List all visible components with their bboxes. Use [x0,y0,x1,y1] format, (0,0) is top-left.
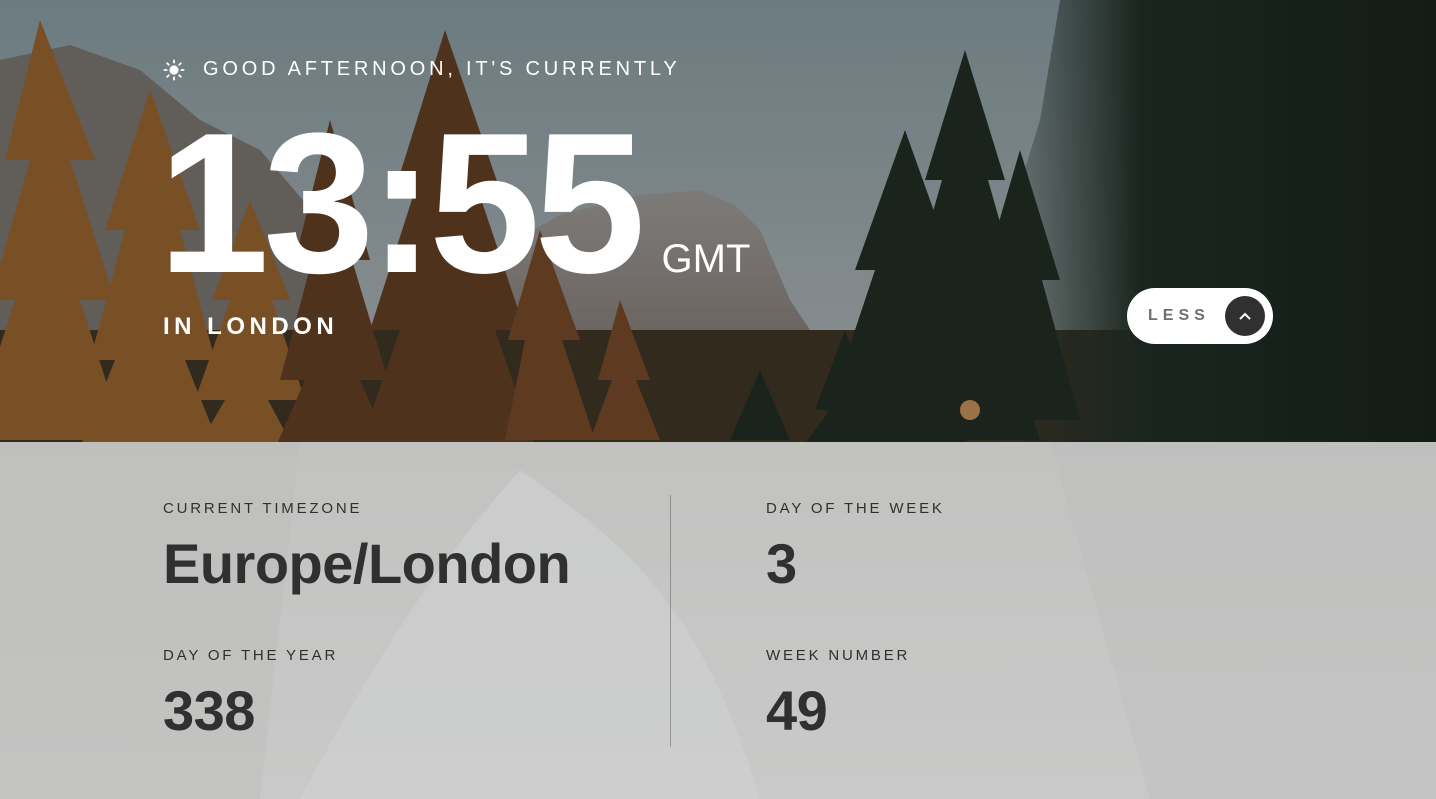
week-number-info: WEEK NUMBER 49 [766,647,910,743]
details-panel-background [0,442,1436,799]
greeting-text: GOOD AFTERNOON, IT'S CURRENTLY [203,58,681,80]
day-of-week-label: DAY OF THE WEEK [766,500,945,517]
less-button[interactable]: LESS [1127,288,1273,344]
clock-display: 13:55 GMT [158,104,750,304]
sun-icon [163,58,185,81]
less-button-label: LESS [1148,307,1210,324]
timezone-value: Europe/London [163,532,571,595]
divider [670,495,671,747]
chevron-up-icon [1225,296,1265,336]
day-of-year-info: DAY OF THE YEAR 338 [163,647,338,743]
week-number-label: WEEK NUMBER [766,647,911,664]
day-of-year-value: 338 [163,679,255,742]
greeting: GOOD AFTERNOON, IT'S CURRENTLY [163,58,680,81]
timezone-abbreviation: GMT [661,237,751,281]
details-panel: CURRENT TIMEZONE Europe/London DAY OF TH… [0,442,1436,799]
day-of-week-info: DAY OF THE WEEK 3 [766,500,945,596]
location-text: IN LONDON [163,313,339,340]
timezone-label: CURRENT TIMEZONE [163,500,363,517]
day-of-year-label: DAY OF THE YEAR [163,647,339,664]
day-of-week-value: 3 [766,532,797,595]
timezone-info: CURRENT TIMEZONE Europe/London [163,500,571,596]
week-number-value: 49 [766,679,828,742]
current-time: 13:55 [158,92,646,315]
clock-app: GOOD AFTERNOON, IT'S CURRENTLY 13:55 GMT… [0,0,1436,799]
